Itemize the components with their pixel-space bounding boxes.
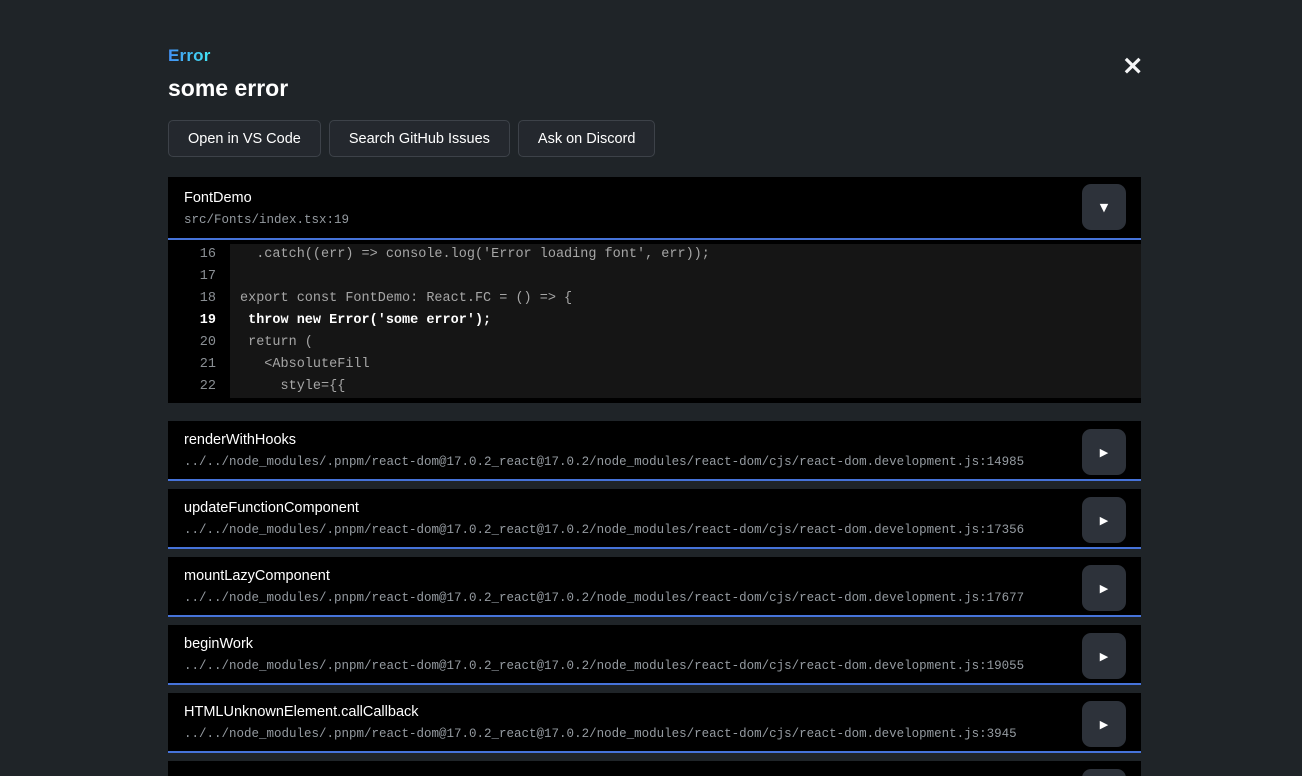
stack-frame-path: ../../node_modules/.pnpm/react-dom@17.0.… xyxy=(184,522,1071,538)
code-text xyxy=(230,266,1141,288)
stack-frame-partial: ▶ xyxy=(168,761,1141,776)
play-icon: ▶ xyxy=(1100,515,1108,526)
code-text: export const FontDemo: React.FC = () => … xyxy=(230,288,1141,310)
error-overlay: { "colors": { "page_background": "#1f242… xyxy=(0,0,1302,776)
stack-frame-path: ../../node_modules/.pnpm/react-dom@17.0.… xyxy=(184,726,1071,742)
code-line: 21 <AbsoluteFill xyxy=(168,354,1141,376)
expand-frame-button[interactable]: ▶ xyxy=(1082,429,1126,475)
ask-on-discord-button[interactable]: Ask on Discord xyxy=(518,120,656,157)
code-text: style={{ xyxy=(230,376,1141,398)
line-number: 17 xyxy=(168,266,230,288)
play-icon: ▶ xyxy=(1100,719,1108,730)
code-frame-header: FontDemo src/Fonts/index.tsx:19 ▼ xyxy=(168,177,1141,240)
stack-frame: updateFunctionComponent ../../node_modul… xyxy=(168,489,1141,549)
line-number: 20 xyxy=(168,332,230,354)
chevron-down-icon: ▼ xyxy=(1100,202,1108,213)
stack-frame: beginWork ../../node_modules/.pnpm/react… xyxy=(168,625,1141,685)
line-number: 16 xyxy=(168,244,230,266)
code-line: 16 .catch((err) => console.log('Error lo… xyxy=(168,244,1141,266)
play-icon: ▶ xyxy=(1100,447,1108,458)
code-text: return ( xyxy=(230,332,1141,354)
stack-frame-function: renderWithHooks xyxy=(184,431,1071,449)
line-number: 22 xyxy=(168,376,230,398)
play-icon: ▶ xyxy=(1100,583,1108,594)
code-text: throw new Error('some error'); xyxy=(230,310,1141,332)
code-text: <AbsoluteFill xyxy=(230,354,1141,376)
stack-frame: mountLazyComponent ../../node_modules/.p… xyxy=(168,557,1141,617)
code-line: 18export const FontDemo: React.FC = () =… xyxy=(168,288,1141,310)
action-button-row: Open in VS Code Search GitHub Issues Ask… xyxy=(168,120,1141,157)
code-frame-location: src/Fonts/index.tsx:19 xyxy=(184,212,1125,228)
stack-frame: renderWithHooks ../../node_modules/.pnpm… xyxy=(168,421,1141,481)
code-line: 17 xyxy=(168,266,1141,288)
search-github-issues-button[interactable]: Search GitHub Issues xyxy=(329,120,510,157)
play-icon: ▶ xyxy=(1100,651,1108,662)
code-lines: 16 .catch((err) => console.log('Error lo… xyxy=(168,240,1141,403)
stack-frame-function: mountLazyComponent xyxy=(184,567,1071,585)
code-line: 22 style={{ xyxy=(168,376,1141,398)
expand-frame-button[interactable]: ▶ xyxy=(1082,633,1126,679)
stack-frame-path: ../../node_modules/.pnpm/react-dom@17.0.… xyxy=(184,658,1071,674)
line-number: 18 xyxy=(168,288,230,310)
line-number: 21 xyxy=(168,354,230,376)
stack-frame: HTMLUnknownElement.callCallback ../../no… xyxy=(168,693,1141,753)
expand-frame-button[interactable]: ▶ xyxy=(1082,701,1126,747)
error-type-label: Error xyxy=(168,0,211,66)
error-message: some error xyxy=(168,75,1141,102)
expand-frame-button[interactable]: ▶ xyxy=(1082,497,1126,543)
stack-frame-function: updateFunctionComponent xyxy=(184,499,1071,517)
open-in-vscode-button[interactable]: Open in VS Code xyxy=(168,120,321,157)
stack-frame-function: HTMLUnknownElement.callCallback xyxy=(184,703,1071,721)
error-overlay-content: Error some error Open in VS Code Search … xyxy=(168,0,1141,776)
code-line: 19 throw new Error('some error'); xyxy=(168,310,1141,332)
code-line: 20 return ( xyxy=(168,332,1141,354)
stack-frame-path: ../../node_modules/.pnpm/react-dom@17.0.… xyxy=(184,454,1071,470)
code-frame-title: FontDemo xyxy=(184,189,1125,207)
stack-frame-function: beginWork xyxy=(184,635,1071,653)
line-number: 19 xyxy=(168,310,230,332)
stack-frame-path: ../../node_modules/.pnpm/react-dom@17.0.… xyxy=(184,590,1071,606)
stack-frame-list: renderWithHooks ../../node_modules/.pnpm… xyxy=(168,421,1141,753)
expand-frame-button[interactable]: ▶ xyxy=(1082,565,1126,611)
collapse-code-frame-button[interactable]: ▼ xyxy=(1082,184,1126,230)
code-text: .catch((err) => console.log('Error loadi… xyxy=(230,244,1141,266)
code-frame: FontDemo src/Fonts/index.tsx:19 ▼ 16 .ca… xyxy=(168,177,1141,403)
expand-frame-button[interactable]: ▶ xyxy=(1082,769,1126,776)
